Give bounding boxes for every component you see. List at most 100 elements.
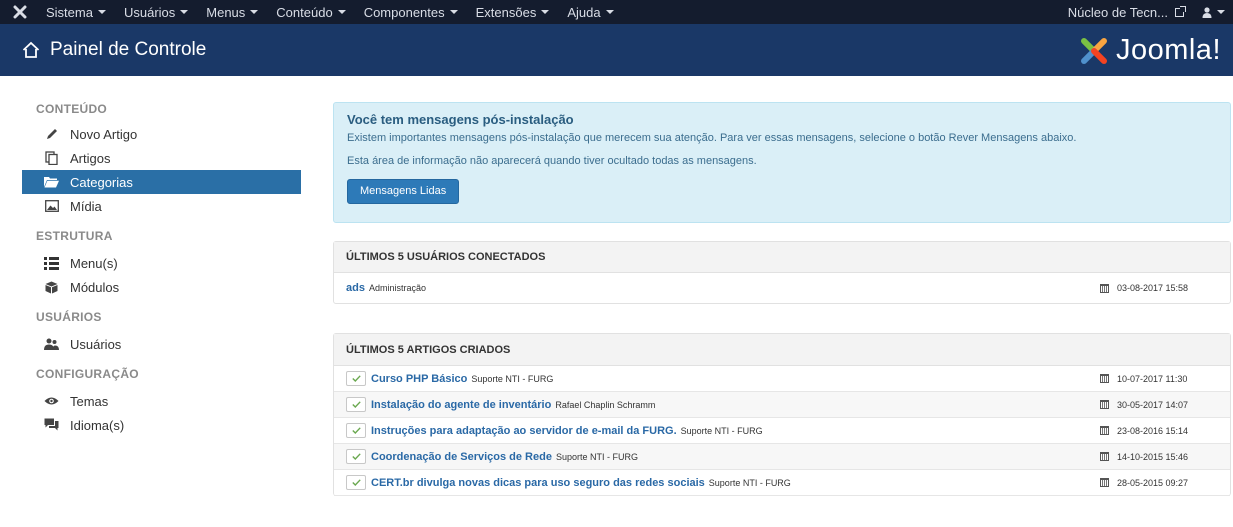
recent-articles-panel: ÚLTIMOS 5 ARTIGOS CRIADOS Curso PHP Bási… [333, 333, 1231, 496]
row-date: 23-08-2016 15:14 [1100, 426, 1188, 436]
article-title-link[interactable]: Instruções para adaptação ao servidor de… [371, 425, 677, 437]
home-icon [22, 41, 40, 58]
table-row: Instruções para adaptação ao servidor de… [334, 418, 1230, 444]
article-author: Suporte NTI - FURG [680, 425, 763, 436]
row-date: 28-05-2015 09:27 [1100, 478, 1188, 488]
date-label: 23-08-2016 15:14 [1117, 425, 1189, 436]
caret-down-icon [250, 10, 259, 14]
article-author: Suporte NTI - FURG [555, 451, 638, 462]
date-label: 30-05-2017 14:07 [1117, 399, 1189, 410]
article-author: Suporte NTI - FURG [471, 373, 554, 384]
sidebar-item-artigos[interactable]: Artigos [22, 146, 301, 170]
menu-usuarios[interactable]: Usuários [115, 0, 197, 24]
pencil-icon [44, 127, 59, 142]
list-icon [44, 256, 59, 271]
joomla-logo-icon [1080, 37, 1107, 64]
user-menu[interactable] [1202, 6, 1233, 18]
date-label: 14-10-2015 15:46 [1117, 451, 1189, 462]
published-check-icon[interactable] [346, 475, 366, 490]
published-check-icon[interactable] [346, 449, 366, 464]
calendar-icon [1100, 374, 1109, 383]
caret-down-icon [1217, 10, 1225, 14]
sidebar-item-temas[interactable]: Temas [22, 389, 301, 413]
sidebar-item-label: Módulos [70, 279, 120, 295]
date-label: 28-05-2015 09:27 [1117, 477, 1189, 488]
sidebar-item-label: Artigos [70, 150, 111, 166]
menu-menus[interactable]: Menus [197, 0, 267, 24]
published-check-icon[interactable] [346, 371, 366, 386]
article-title-link[interactable]: Instalação do agente de inventário [371, 399, 551, 411]
sidebar-item-idiomas[interactable]: Idioma(s) [22, 413, 301, 437]
menu-extensoes[interactable]: Extensões [467, 0, 559, 24]
caret-down-icon [605, 10, 614, 14]
top-navbar: Sistema Usuários Menus Conteúdo Componen… [0, 0, 1233, 24]
published-check-icon[interactable] [346, 423, 366, 438]
sidebar-item-label: Menu(s) [70, 255, 118, 271]
main-content: Você tem mensagens pós-instalação Existe… [333, 102, 1231, 496]
sidebar-item-novo-artigo[interactable]: Novo Artigo [22, 122, 301, 146]
brand-text: Joomla! [1115, 34, 1221, 66]
comments-icon [44, 418, 59, 433]
menu-sistema[interactable]: Sistema [40, 0, 115, 24]
section-title-usuarios: USUÁRIOS [36, 310, 102, 324]
calendar-icon [1100, 283, 1109, 293]
panel-title: ÚLTIMOS 5 USUÁRIOS CONECTADOS [334, 242, 1230, 273]
sidebar-item-label: Categorias [70, 174, 133, 190]
section-title-estrutura: ESTRUTURA [36, 229, 113, 243]
sidebar: CONTEÚDO Novo Artigo Artigos Categorias … [22, 100, 301, 437]
article-title-link[interactable]: CERT.br divulga novas dicas para uso seg… [371, 477, 705, 489]
sidebar-item-midia[interactable]: Mídia [22, 194, 301, 218]
read-messages-button[interactable]: Mensagens Lidas [347, 179, 460, 204]
date-label: 03-08-2017 15:58 [1117, 283, 1189, 293]
joomla-mini-icon[interactable] [0, 0, 40, 24]
article-author: Suporte NTI - FURG [708, 477, 791, 488]
folder-open-icon [44, 175, 59, 190]
user-detail: Administração [368, 283, 426, 293]
sidebar-item-usuarios[interactable]: Usuários [22, 332, 301, 356]
logged-users-panel: ÚLTIMOS 5 USUÁRIOS CONECTADOS ads Admini… [333, 241, 1231, 304]
user-name-link[interactable]: ads [346, 282, 365, 294]
caret-down-icon [97, 10, 106, 14]
menu-label: Extensões [475, 4, 537, 20]
panel-title: ÚLTIMOS 5 ARTIGOS CRIADOS [334, 334, 1230, 366]
user-icon [1202, 6, 1212, 18]
post-install-alert: Você tem mensagens pós-instalação Existe… [333, 102, 1231, 223]
users-icon [44, 337, 59, 352]
menu-componentes[interactable]: Componentes [355, 0, 467, 24]
row-date: 14-10-2015 15:46 [1100, 452, 1188, 462]
alert-text: Esta área de informação não aparecerá qu… [347, 155, 757, 167]
sidebar-item-label: Mídia [70, 198, 102, 214]
row-date: 30-05-2017 14:07 [1100, 400, 1188, 410]
menu-ajuda[interactable]: Ajuda [558, 0, 622, 24]
calendar-icon [1100, 478, 1109, 487]
table-row: ads Administração 03-08-2017 15:58 [334, 273, 1230, 303]
caret-down-icon [337, 10, 346, 14]
sidebar-item-label: Temas [70, 393, 109, 409]
site-link[interactable]: Núcleo de Tecn... [1068, 5, 1202, 20]
menu-label: Ajuda [567, 4, 601, 20]
external-link-icon [1175, 5, 1186, 17]
article-title-link[interactable]: Curso PHP Básico [371, 373, 467, 385]
section-title-conteudo: CONTEÚDO [36, 102, 108, 116]
article-title-link[interactable]: Coordenação de Serviços de Rede [371, 451, 552, 463]
sidebar-item-menus[interactable]: Menu(s) [22, 251, 301, 275]
sidebar-item-modulos[interactable]: Módulos [22, 275, 301, 299]
site-link-label: Núcleo de Tecn... [1067, 4, 1168, 20]
page-title: Painel de Controle [50, 39, 207, 60]
menu-label: Conteúdo [276, 4, 333, 20]
image-icon [44, 199, 59, 214]
caret-down-icon [180, 10, 189, 14]
table-row: Curso PHP Básico Suporte NTI - FURG 10-0… [334, 366, 1230, 392]
top-right: Núcleo de Tecn... [1068, 0, 1233, 24]
section-title-configuracao: CONFIGURAÇÃO [36, 367, 139, 381]
alert-text: Existem importantes mensagens pós-instal… [347, 132, 1077, 144]
caret-down-icon [541, 10, 550, 14]
menu-label: Componentes [363, 4, 445, 20]
published-check-icon[interactable] [346, 397, 366, 412]
table-row: Instalação do agente de inventário Rafae… [334, 392, 1230, 418]
menu-conteudo[interactable]: Conteúdo [267, 0, 354, 24]
menu-label: Usuários [123, 4, 176, 20]
row-date: 10-07-2017 11:30 [1100, 374, 1187, 384]
sidebar-item-categorias[interactable]: Categorias [22, 170, 301, 194]
top-menu: Sistema Usuários Menus Conteúdo Componen… [40, 0, 623, 24]
